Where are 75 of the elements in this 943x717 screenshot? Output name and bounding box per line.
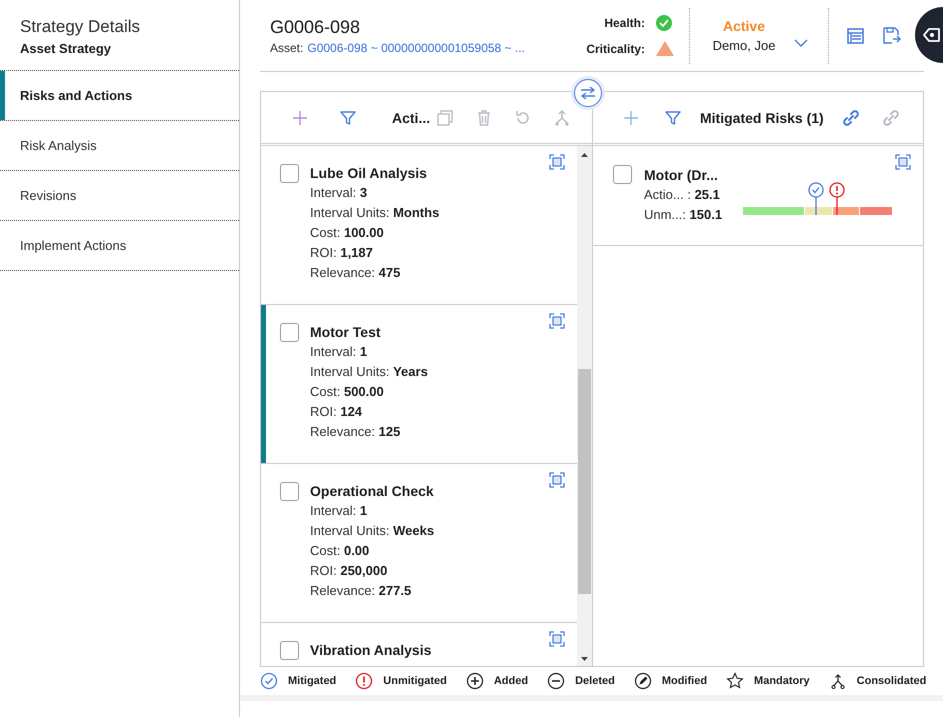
legend-label: Mitigated [288,675,336,687]
action-name: Motor Test [310,323,382,342]
action-name: Vibration Analysis [310,641,432,660]
save-icon[interactable] [883,27,901,44]
detail-field: Actio... : 25.1 [644,185,730,205]
detail-field: Interval Units: Weeks [310,521,434,541]
asset-label: Asset: [270,40,304,54]
swap-arrows-icon [580,86,596,100]
panel-title: Acti... [392,110,430,126]
detail-field: Interval Units: Years [310,362,428,382]
expand-icon[interactable] [549,313,565,329]
expand-icon[interactable] [549,631,565,647]
nav-item[interactable]: Implement Actions [0,221,239,271]
detail-field: Cost: 500.00 [310,382,428,402]
pencil-circle-icon [634,672,652,690]
checkbox[interactable] [280,164,299,183]
health-label: Health: [603,16,645,30]
detail-field: Cost: 0.00 [310,541,434,561]
page-title: Strategy Details [20,17,141,37]
checkbox[interactable] [280,482,299,501]
page-subtitle: Asset Strategy [20,41,112,56]
detail-field: Relevance: 475 [310,263,440,283]
expand-icon[interactable] [549,472,565,488]
risk-name: Motor (Dr... [644,166,719,185]
action-name: Operational Check [310,482,434,501]
minus-circle-icon [547,672,566,690]
expand-icon[interactable] [549,154,565,170]
criticality-label: Criticality: [586,42,645,56]
status-text: Active [722,18,766,34]
checkbox[interactable] [280,641,299,660]
add-icon[interactable] [622,108,640,126]
legend-label: Modified [662,675,708,687]
exit-icon [923,27,941,43]
star-icon [726,672,744,690]
detail-field: ROI: 250,000 [310,561,434,581]
action-name: Lube Oil Analysis [310,164,428,183]
fork-icon [828,672,847,690]
nav-item[interactable]: Risk Analysis [0,121,239,171]
panel-title: Mitigated Risks (1) [700,110,824,126]
detail-field: Relevance: 125 [310,422,428,442]
detail-field: ROI: 1,187 [310,243,440,263]
check-circle-icon [655,14,673,32]
detail-field: Interval: 1 [310,342,428,362]
swap-button[interactable] [574,79,602,107]
detail-field: Interval Units: Months [310,203,440,223]
table-icon[interactable] [847,28,864,44]
legend-label: Unmitigated [383,675,447,687]
plus-circle-icon [466,672,484,690]
chevron-down-icon[interactable] [794,38,808,46]
action-card[interactable]: Motor Test Interval: 1 Interval Units: Years Cost: 500.00 ROI: 124 Relevance: 125 [261,305,577,464]
legend-label: Added [494,675,528,687]
detail-field: ROI: 124 [310,402,428,422]
detail-field: Relevance: 277.5 [310,581,434,601]
detail-field: Cost: 100.00 [310,223,440,243]
check-circle-icon [260,672,278,690]
asset-strategy-id: G0006-098 [270,16,362,38]
nav-item[interactable]: Risks and Actions [0,71,239,121]
filter-icon[interactable] [664,108,682,126]
owner-name: Demo, Joe [712,38,776,53]
detail-field: Unm...: 150.1 [644,205,730,225]
filter-icon[interactable] [339,108,357,126]
legend-label: Consolidated [856,675,926,687]
detail-field: Interval: 3 [310,183,440,203]
exclamation-circle-icon [355,672,374,690]
add-icon[interactable] [291,108,309,126]
link-icon[interactable] [842,108,860,126]
legend-label: Mandatory [754,675,810,687]
expand-icon[interactable] [895,154,911,170]
nav-item[interactable]: Revisions [0,171,239,221]
asset-link[interactable]: G0006-098 ~ 000000000001059058 ~ ... [307,40,525,54]
checkbox[interactable] [280,323,299,342]
checkbox[interactable] [613,165,632,184]
triangle-icon [655,40,675,57]
detail-field: Interval: 1 [310,501,434,521]
legend-label: Deleted [575,675,615,687]
